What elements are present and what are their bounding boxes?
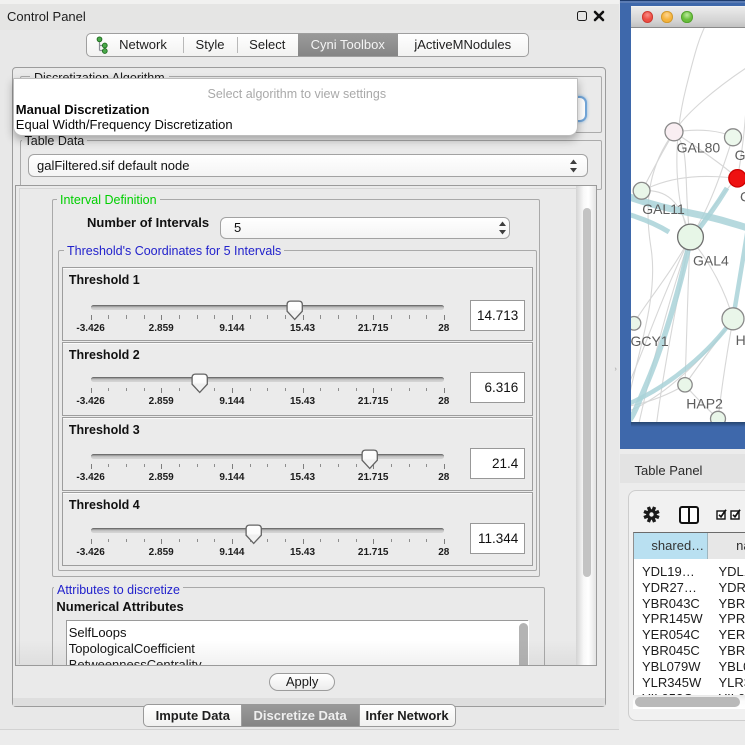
svg-text:C: C <box>740 188 745 204</box>
svg-text:GAL11: GAL11 <box>642 201 685 217</box>
svg-text:HA: HA <box>736 332 745 348</box>
svg-text:GCY1: GCY1 <box>631 333 669 349</box>
svg-text:GAL80: GAL80 <box>677 139 721 155</box>
svg-text:HAP2: HAP2 <box>686 395 723 411</box>
svg-text:GAL1: GAL1 <box>735 147 745 163</box>
svg-text:GAL4: GAL4 <box>693 252 729 268</box>
